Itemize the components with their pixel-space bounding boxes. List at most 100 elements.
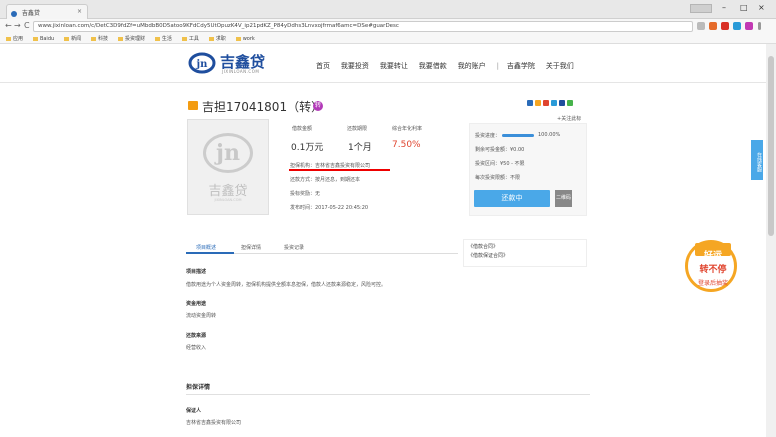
bookmark-item[interactable]: 求职 [208, 35, 226, 42]
nav-about[interactable]: 关于我们 [546, 62, 574, 70]
bookmark-item[interactable]: 新闻 [64, 35, 81, 42]
annotation-underline [289, 169, 390, 171]
amount-value: 0.1万元 [291, 143, 324, 153]
folder-icon [64, 36, 70, 41]
guarantor-name: 吉林省吉鑫投资有限公司 [186, 420, 242, 426]
active-tab-indicator [186, 252, 234, 254]
nav-transfer[interactable]: 我要转让 [380, 62, 408, 70]
renren-share-icon[interactable] [559, 100, 565, 106]
bookmark-item[interactable]: 投资理财 [117, 35, 145, 42]
section-text: 流动资金周转 [186, 313, 217, 319]
bookmark-item[interactable]: 应用 [6, 35, 23, 42]
watermark-logo-text: 吉鑫贷 [208, 184, 248, 199]
forward-icon[interactable]: → [14, 21, 21, 30]
browser-tab-title: 吉鑫贷 [21, 10, 40, 17]
header-divider [0, 82, 776, 83]
nav-home[interactable]: 首页 [316, 62, 330, 70]
browser-tab[interactable]: 吉鑫贷 × [6, 4, 88, 19]
weibo-share-icon[interactable] [543, 100, 549, 106]
address-row: ← → C www.jixinloan.com/c/DetC3D9fdZf=uM… [0, 19, 776, 34]
star-icon[interactable] [697, 22, 705, 30]
profile-extension-icon[interactable] [745, 22, 753, 30]
watermark-logo-icon: jn [203, 133, 253, 173]
progress-bar [502, 134, 534, 137]
svg-text:jn: jn [196, 59, 209, 70]
status-button[interactable]: 还款中 [474, 190, 550, 207]
customer-service-tab[interactable]: 在线客服 [751, 140, 763, 180]
section-text: 借款用途为个人资金周转，担保机构提供全额本息担保，借款人还款来源稳定，风险可控。 [186, 282, 387, 288]
menu-icon[interactable] [758, 22, 761, 30]
site-favicon-icon [11, 10, 17, 17]
section-heading: 资金用途 [186, 301, 207, 307]
tab-guarantee[interactable]: 担保详情 [241, 244, 261, 251]
maximize-icon[interactable]: □ [740, 3, 748, 12]
close-window-icon[interactable]: × [758, 3, 765, 12]
address-bar[interactable]: www.jixinloan.com/c/DetC3D9fdZf=uMbdbB0D… [33, 21, 693, 32]
nav-account[interactable]: 我的账户 [458, 62, 486, 70]
bookmark-item[interactable]: 生活 [154, 35, 172, 42]
repay-method-info: 还款方式：按月还息，到期还本 [290, 177, 361, 183]
contract-links: 《借款合同》 《借款保证合同》 [463, 239, 587, 267]
nav-separator: | [496, 62, 499, 70]
folder-icon [117, 36, 123, 41]
remain-amount: 剩余可投金额：¥0.00 [475, 147, 525, 153]
bookmarks-bar: 应用 Baidu 新闻 科技 投资理财 生活 工具 求职 work [0, 34, 776, 44]
loan-title: 吉担17041801（转） [202, 100, 324, 114]
section-heading: 还款来源 [186, 333, 207, 339]
nav-borrow[interactable]: 我要借款 [419, 62, 447, 70]
invest-limit: 投资区间：¥50 - 不限 [475, 161, 525, 167]
section-heading: 项目描述 [186, 269, 207, 275]
site-logo-subtext: JIXINLOAN.COM [222, 69, 260, 74]
tencent-share-icon[interactable] [551, 100, 557, 106]
nav-invest[interactable]: 我要投资 [341, 62, 369, 70]
guarantee-title: 担保详情 [186, 384, 211, 391]
loan-image: jn 吉鑫贷 JIXINLOAN.COM [187, 119, 269, 215]
extension-icon[interactable] [709, 22, 717, 30]
folder-icon [32, 36, 38, 41]
site-logo-icon[interactable]: jn [188, 52, 216, 74]
nav-academy[interactable]: 吉鑫学院 [507, 62, 535, 70]
amount-label: 借款金额 [292, 126, 313, 132]
scrollbar-thumb[interactable] [768, 56, 774, 236]
folder-icon [154, 36, 160, 41]
rate-label: 综合年化利率 [392, 126, 423, 132]
promo-cta[interactable]: 登录后抽奖 [671, 278, 755, 287]
bookmark-item[interactable]: work [235, 36, 255, 42]
guarantee-divider [186, 394, 590, 395]
tab-records[interactable]: 投资记录 [284, 244, 304, 251]
reload-icon[interactable]: C [24, 21, 30, 30]
loan-type-icon [188, 101, 198, 110]
shield-extension-icon[interactable] [721, 22, 729, 30]
bid-reward-info: 投标奖励：无 [290, 191, 321, 197]
promo-subtitle: 转不停 [699, 265, 727, 275]
daily-limit: 每次投资限额：不限 [475, 175, 521, 181]
translate-extension-icon[interactable] [733, 22, 741, 30]
rate-value: 7.50% [392, 140, 421, 150]
progress-fill [502, 134, 534, 137]
loan-contract-link[interactable]: 《借款合同》 [468, 243, 582, 250]
page-scrollbar[interactable] [766, 44, 776, 437]
wechat-share-icon[interactable] [567, 100, 573, 106]
section-text: 经营收入 [186, 345, 207, 351]
folder-icon [208, 36, 214, 41]
term-value: 1个月 [348, 143, 372, 153]
minimize-icon[interactable]: – [722, 3, 726, 12]
qzone-share-icon[interactable] [527, 100, 533, 106]
back-icon[interactable]: ← [5, 21, 12, 30]
qr-code-button[interactable]: 二维码 [555, 190, 572, 207]
guarantee-contract-link[interactable]: 《借款保证合同》 [468, 252, 582, 259]
guarantor-info: 担保机构：吉林省吉鑫投资有限公司 [290, 163, 371, 169]
bookmark-item[interactable]: Baidu [32, 36, 54, 42]
lottery-promo[interactable]: 好运 转不停 登录后抽奖 [671, 234, 755, 308]
folder-icon [91, 36, 97, 41]
bookmark-item[interactable]: 科技 [91, 35, 108, 42]
follow-link[interactable]: +关注此标 [557, 115, 581, 122]
tab-overview[interactable]: 项目概述 [196, 244, 216, 251]
window-flag [690, 4, 712, 13]
bookmark-item[interactable]: 工具 [181, 35, 199, 42]
watermark-logo-subtext: JIXINLOAN.COM [214, 198, 242, 202]
tab-close-icon[interactable]: × [77, 8, 82, 15]
term-label: 还款期限 [347, 126, 368, 132]
star-share-icon[interactable] [535, 100, 541, 106]
progress-label: 投资进度： [475, 133, 501, 139]
